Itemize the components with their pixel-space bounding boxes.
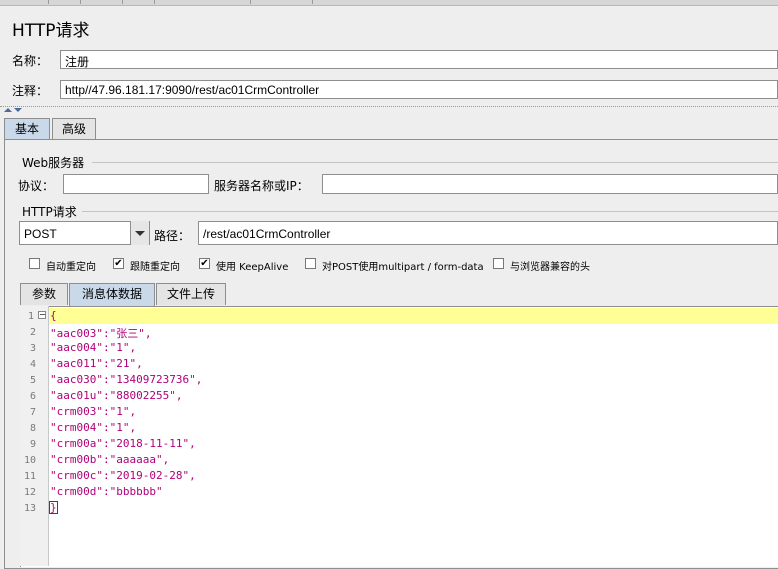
tab-advanced[interactable]: 高级 — [52, 118, 96, 139]
collapse-up-icon[interactable] — [4, 108, 12, 112]
code-line: "aac004":"1", — [50, 341, 137, 354]
code-line: "aac01u":"88002255", — [50, 389, 183, 402]
protocol-label: 协议： — [18, 179, 55, 193]
tab-body-data[interactable]: 消息体数据 — [69, 283, 155, 306]
path-field[interactable]: /rest/ac01CrmController — [198, 221, 778, 245]
web-server-group-label: Web服务器 — [22, 156, 85, 170]
protocol-field[interactable] — [63, 174, 209, 194]
server-label: 服务器名称或IP： — [214, 179, 309, 193]
line-number: 4 — [29, 359, 36, 370]
tab-file-upload[interactable]: 文件上传 — [156, 283, 226, 305]
group-divider — [82, 211, 778, 212]
browser-headers-checkbox[interactable] — [493, 258, 504, 269]
multipart-label: 对POST使用multipart / form-data — [322, 262, 484, 273]
check-icon: ✔ — [200, 258, 209, 269]
keepalive-label: 使用 KeepAlive — [216, 262, 289, 273]
browser-headers-label: 与浏览器兼容的头 — [510, 262, 590, 273]
code-line: "crm00a":"2018-11-11", — [50, 437, 196, 450]
collapse-down-icon[interactable] — [14, 108, 22, 112]
code-line: "crm004":"1", — [50, 421, 137, 434]
http-request-group-label: HTTP请求 — [22, 205, 77, 219]
line-number: 6 — [29, 391, 36, 402]
line-number: 10 — [23, 455, 36, 466]
line-number: 5 — [29, 375, 36, 386]
path-label: 路径： — [154, 229, 191, 243]
follow-redirect-label: 跟随重定向 — [130, 262, 180, 273]
keepalive-checkbox[interactable]: ✔ — [199, 258, 210, 269]
line-number: 12 — [23, 487, 36, 498]
code-line: "aac030":"13409723736", — [50, 373, 203, 386]
code-line: "crm003":"1", — [50, 405, 137, 418]
auto-redirect-label: 自动重定向 — [46, 262, 96, 273]
current-line-highlight — [49, 308, 778, 324]
check-icon: ✔ — [114, 258, 123, 269]
name-label: 名称： — [12, 54, 49, 68]
line-number: 7 — [29, 407, 36, 418]
group-divider — [92, 162, 778, 163]
server-field[interactable] — [322, 174, 778, 194]
code-line: "crm00b":"aaaaaa", — [50, 453, 170, 466]
fold-toggle-icon[interactable]: − — [38, 311, 46, 319]
code-line: "aac003":"张三", — [50, 327, 152, 340]
code-line: } — [49, 501, 58, 514]
line-number: 13 — [23, 503, 36, 514]
top-toolbar-strip — [0, 0, 778, 6]
auto-redirect-checkbox[interactable] — [29, 258, 40, 269]
line-number: 11 — [23, 471, 36, 482]
line-number: 9 — [29, 439, 36, 450]
tab-basic[interactable]: 基本 — [4, 118, 50, 140]
method-value: POST — [24, 227, 57, 241]
tab-parameters[interactable]: 参数 — [20, 283, 68, 305]
code-line: { — [50, 309, 57, 322]
line-number: 1 — [27, 311, 34, 322]
comment-label: 注释： — [12, 84, 49, 98]
code-line: "crm00c":"2019-02-28", — [50, 469, 196, 482]
line-number: 2 — [29, 327, 36, 338]
line-number: 8 — [29, 423, 36, 434]
line-number: 3 — [29, 343, 36, 354]
comment-field[interactable]: http//47.96.181.17:9090/rest/ac01CrmCont… — [60, 80, 778, 99]
method-dropdown-button[interactable] — [130, 221, 149, 245]
code-line: "aac011":"21", — [50, 357, 143, 370]
chevron-down-icon — [135, 231, 145, 236]
name-field[interactable]: 注册 — [60, 50, 778, 69]
multipart-checkbox[interactable] — [305, 258, 316, 269]
page-title: HTTP请求 — [12, 21, 90, 41]
splitter-handle[interactable] — [0, 106, 778, 114]
follow-redirect-checkbox[interactable]: ✔ — [113, 258, 124, 269]
code-line: "crm00d":"bbbbbb" — [50, 485, 163, 498]
